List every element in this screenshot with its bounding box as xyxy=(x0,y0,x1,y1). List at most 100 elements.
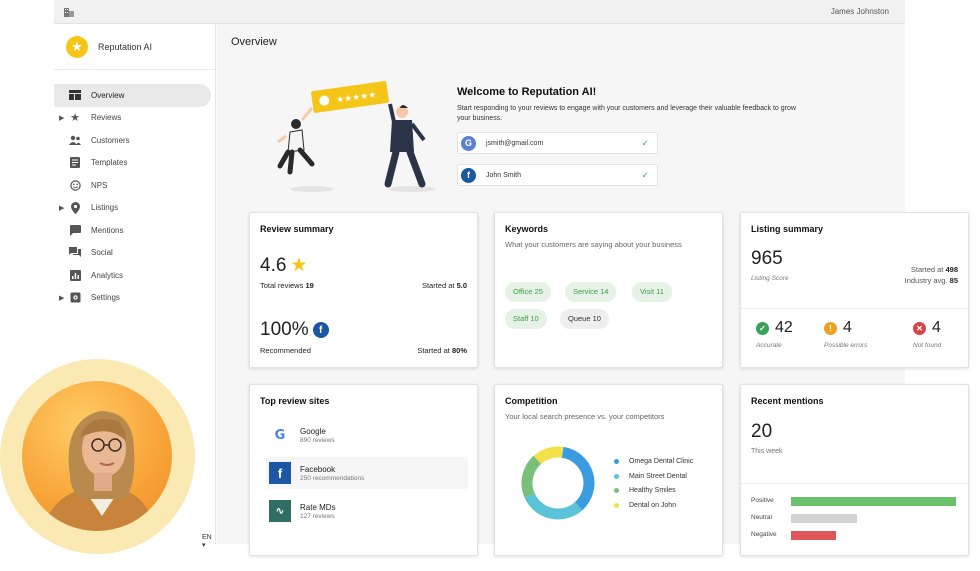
brand-name: Reputation AI xyxy=(98,42,153,52)
keyword-chip[interactable]: Queue 10 xyxy=(560,309,609,329)
divider xyxy=(741,308,968,309)
site-text: Facebook 250 recommendations xyxy=(300,465,364,482)
keyword-label: Office xyxy=(513,287,533,296)
sidebar-item-overview[interactable]: Overview xyxy=(54,84,211,107)
page-title: Overview xyxy=(231,36,277,48)
sidebar-item-label: Overview xyxy=(91,90,125,100)
stat-row: ✕ 4 xyxy=(913,319,941,337)
started-at: Started at 5.0 xyxy=(422,281,467,290)
keywords-card[interactable]: Keywords What your customers are saying … xyxy=(494,212,723,368)
error-x-icon: ✕ xyxy=(913,321,926,335)
gear-icon xyxy=(69,292,81,304)
sidebar-item-nps[interactable]: NPS xyxy=(54,174,216,197)
started-at-value: 80% xyxy=(451,346,467,355)
facebook-icon: f xyxy=(312,322,329,338)
keyword-count: 25 xyxy=(534,287,543,296)
review-summary-card[interactable]: Review summary 4.6 ★ Total reviews 19 St… xyxy=(249,212,478,368)
competition-donut-chart xyxy=(521,446,595,520)
sentiment-bar xyxy=(791,497,956,506)
sidebar-item-label: Customers xyxy=(91,135,130,145)
stat-value: 4 xyxy=(843,319,852,336)
review-site-row[interactable]: f Facebook 250 recommendations xyxy=(266,457,468,489)
keyword-chip[interactable]: Visit 11 xyxy=(632,282,672,302)
top-review-sites-card[interactable]: Top review sites G Google 890 reviews f Face… xyxy=(249,384,478,556)
total-reviews-value: 19 xyxy=(305,281,314,290)
industry-avg-label: Industry avg. xyxy=(904,276,948,285)
check-icon: ✓ xyxy=(641,169,649,180)
keyword-chip[interactable]: Service 14 xyxy=(565,282,617,302)
keyword-label: Queue xyxy=(568,314,591,323)
recent-mentions-card[interactable]: Recent mentions 20 This week Positive Neu… xyxy=(740,384,969,556)
template-icon xyxy=(69,157,81,169)
sidebar-item-analytics[interactable]: Analytics xyxy=(54,264,216,287)
legend-label: Healthy Smiles xyxy=(629,487,676,494)
started-at-label: Started at xyxy=(910,265,944,274)
listing-stat: ! 4 Possible errors xyxy=(824,319,867,349)
listing-stat: ✓ 42 Accurate xyxy=(756,319,793,349)
chevron-right-icon[interactable]: ▶ xyxy=(59,114,64,122)
welcome-text: Start responding to your reviews to enga… xyxy=(457,105,796,122)
warning-icon: ! xyxy=(824,321,837,335)
sidebar-item-label: Templates xyxy=(91,158,128,168)
sidebar-item-listings[interactable]: ▶ Listings xyxy=(54,197,216,220)
rating-value: 4.6 xyxy=(260,254,287,276)
facebook-icon: f xyxy=(269,462,291,484)
card-title: Top review sites xyxy=(260,396,330,406)
keyword-label: Visit xyxy=(640,287,655,296)
chevron-right-icon[interactable]: ▶ xyxy=(59,204,64,212)
chat-bubble-icon xyxy=(69,224,81,236)
keyword-chip[interactable]: Staff 10 xyxy=(505,309,547,329)
sidebar-item-mentions[interactable]: Mentions xyxy=(54,219,216,242)
industry-avg: Industry avg. 85 xyxy=(905,276,958,285)
language-selector[interactable]: EN ▾ xyxy=(202,534,215,549)
keyword-count: 14 xyxy=(600,287,609,296)
sidebar-nav: Overview ▶ ★ Reviews Customers Templates NPS ▶ L… xyxy=(54,84,216,309)
connected-account[interactable]: f John Smith ✓ xyxy=(457,164,658,186)
started-at-label: Started at xyxy=(421,281,455,290)
legend-item: Omega Dental Clinic xyxy=(614,458,693,465)
legend-item: Dental on John xyxy=(614,502,676,509)
industry-avg-value: 85 xyxy=(949,276,958,285)
stat-label: Not found xyxy=(913,342,942,349)
listing-score-label: Listing Score xyxy=(751,275,789,282)
competition-card[interactable]: Competition Your local search presence v… xyxy=(494,384,723,556)
site-count: 127 reviews xyxy=(300,512,335,520)
sidebar-item-label: Settings xyxy=(91,293,120,303)
sidebar-item-customers[interactable]: Customers xyxy=(54,129,216,152)
listing-summary-card[interactable]: Listing summary 965 Listing Score Starte… xyxy=(740,212,969,368)
people-icon xyxy=(69,134,81,146)
keyword-chip[interactable]: Office 25 xyxy=(505,282,551,302)
divider xyxy=(741,483,968,484)
connected-account[interactable]: Gjsmith@gmail.com ✓ xyxy=(457,132,658,154)
donut-segment xyxy=(524,492,583,520)
top-bar: James Johnston xyxy=(54,0,905,24)
donut-segment xyxy=(533,446,564,465)
legend-dot xyxy=(614,488,619,493)
sidebar-item-reviews[interactable]: ▶ ★ Reviews xyxy=(54,107,216,130)
started-at-value: 5.0 xyxy=(456,281,467,290)
chevron-right-icon[interactable]: ▶ xyxy=(59,294,64,302)
review-site-row[interactable]: ∿ Rate MDs 127 reviews xyxy=(266,495,468,527)
sidebar-item-settings[interactable]: ▶ Settings xyxy=(54,287,216,310)
listing-started: Started at 498 xyxy=(911,265,958,274)
sidebar-item-social[interactable]: Social xyxy=(54,242,216,265)
sidebar-item-templates[interactable]: Templates xyxy=(54,152,216,175)
review-site-row[interactable]: G Google 890 reviews xyxy=(266,419,468,451)
brand[interactable]: ★ Reputation AI xyxy=(66,36,152,58)
star-icon: ★ xyxy=(290,255,308,276)
total-reviews-label: Total reviews xyxy=(260,281,304,290)
sidebar-item-label: Social xyxy=(91,248,113,258)
recommended-pct: 100% xyxy=(260,319,309,340)
card-subtitle: What your customers are saying about you… xyxy=(505,240,682,249)
divider xyxy=(54,69,215,70)
site-name: Facebook xyxy=(300,464,336,474)
sidebar-item-label: NPS xyxy=(91,180,108,190)
account-label: jsmith@gmail.com xyxy=(486,139,544,147)
legend-label: Main Street Dental xyxy=(629,472,687,480)
building-icon[interactable] xyxy=(63,6,75,18)
pin-icon xyxy=(69,201,81,214)
star-logo-icon: ★ xyxy=(66,36,88,58)
stat-row: ! 4 xyxy=(824,319,867,337)
user-name[interactable]: James Johnston xyxy=(831,7,889,16)
legend-item: Healthy Smiles xyxy=(614,487,676,494)
